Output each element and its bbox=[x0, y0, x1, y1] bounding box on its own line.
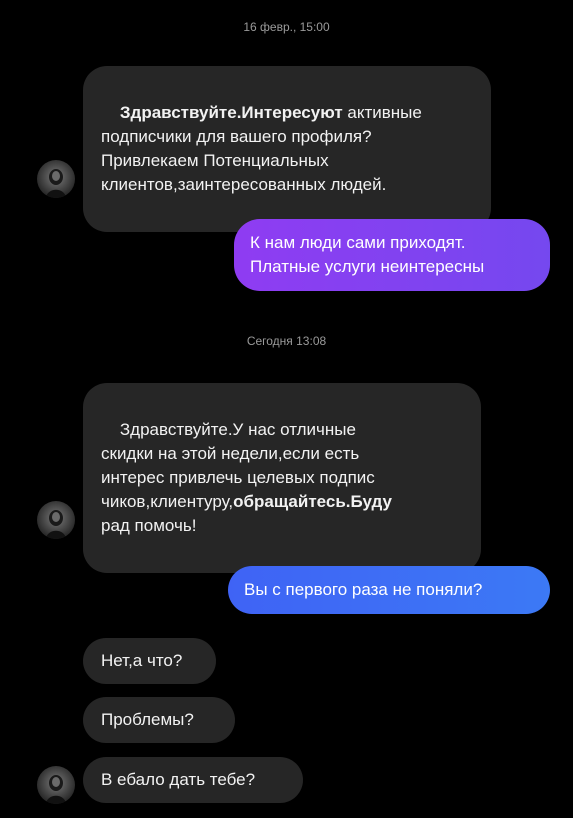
message-text-bold: обращайтесь.Буду bbox=[233, 492, 392, 511]
message-incoming-5[interactable]: В ебало дать тебе? bbox=[83, 757, 303, 803]
message-incoming-3[interactable]: Нет,а что? bbox=[83, 638, 216, 684]
message-outgoing-1[interactable]: К нам люди сами приходят. Платные услуги… bbox=[234, 219, 550, 291]
message-incoming-4[interactable]: Проблемы? bbox=[83, 697, 235, 743]
message-text-bold: Здравствуйте.Интересуют bbox=[119, 103, 343, 122]
chat-thread: 16 февр., 15:00 Здравствуйте.Интересуют … bbox=[0, 0, 573, 818]
message-incoming-2[interactable]: Здравствуйте.У нас отличные скидки на эт… bbox=[83, 383, 481, 573]
message-outgoing-2[interactable]: Вы с первого раза не поняли? bbox=[228, 566, 550, 614]
timestamp-2: Сегодня 13:08 bbox=[246, 334, 327, 348]
timestamp-1: 16 февр., 15:00 bbox=[243, 20, 330, 34]
message-incoming-1[interactable]: Здравствуйте.Интересуют активные подписч… bbox=[83, 66, 491, 232]
avatar-icon[interactable] bbox=[37, 160, 75, 198]
avatar-icon[interactable] bbox=[37, 766, 75, 804]
avatar-icon[interactable] bbox=[37, 501, 75, 539]
message-text: рад помочь! bbox=[101, 516, 197, 535]
